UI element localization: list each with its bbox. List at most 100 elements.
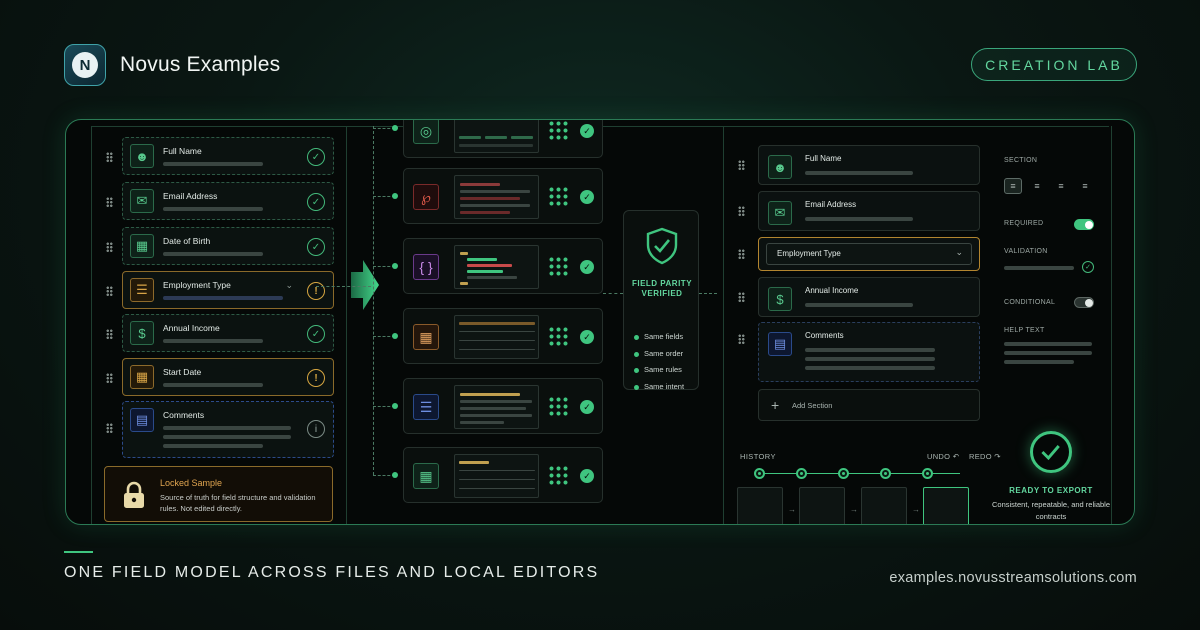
arrow-right-icon: → — [788, 505, 796, 514]
format-card-pdf[interactable]: ℘ ✓ — [403, 168, 603, 224]
calendar-icon: ▦ — [130, 234, 154, 258]
left-field-row[interactable]: ☰ Employment Type ⌄ ! — [106, 271, 335, 309]
field-placeholder-bar — [163, 162, 263, 166]
history-snapshot[interactable] — [737, 487, 783, 524]
format-card-spreadsheet[interactable]: ▦ ✓ — [403, 308, 603, 364]
flow-arrow-icon — [351, 260, 379, 310]
add-section-label: Add Section — [792, 401, 833, 410]
left-field-row[interactable]: ▦ Start Date ! — [106, 358, 335, 396]
align-justify-icon[interactable]: ≡ — [1076, 178, 1094, 194]
brand[interactable]: N Novus Examples — [64, 44, 280, 86]
left-field-row[interactable]: ▦ Date of Birth ✓ — [106, 227, 335, 265]
editor-field-row[interactable]: $ Annual Income — [738, 277, 980, 317]
connector-line — [603, 293, 623, 294]
ready-description: Consistent, repeatable, and reliable con… — [992, 500, 1110, 521]
check-icon: ✓ — [580, 260, 594, 274]
drag-handle-icon[interactable] — [106, 197, 113, 207]
site-url-link[interactable]: examples.novusstreamsolutions.com — [889, 570, 1137, 586]
field-label: Date of Birth — [163, 236, 211, 246]
editor-field-row[interactable]: ▤ Comments — [738, 322, 980, 382]
history-step[interactable] — [754, 468, 765, 479]
left-field-row[interactable]: ✉ Email Address ✓ — [106, 182, 335, 220]
drag-handle-icon[interactable] — [106, 152, 113, 162]
editor-field-row-selected[interactable]: Employment Type ⌄ — [738, 237, 980, 271]
required-label: REQUIRED — [1004, 220, 1044, 227]
fields-grid-icon — [548, 465, 568, 485]
field-placeholder-bar — [805, 217, 913, 221]
field-placeholder-bar — [163, 207, 263, 211]
field-card[interactable]: ▦ Date of Birth ✓ — [122, 227, 334, 265]
arrow-right-icon: → — [912, 505, 920, 514]
align-left-icon[interactable]: ≡ — [1004, 178, 1022, 194]
left-field-row[interactable]: $ Annual Income ✓ — [106, 314, 335, 352]
undo-button[interactable]: UNDO ↶ — [927, 452, 959, 461]
history-step[interactable] — [838, 468, 849, 479]
editor-field-card[interactable]: $ Annual Income — [758, 277, 980, 317]
redo-label: REDO — [969, 452, 992, 461]
pdf-icon: ℘ — [413, 184, 439, 210]
field-card[interactable]: ✉ Email Address ✓ — [122, 182, 334, 220]
connector-dot — [392, 193, 398, 199]
history-step[interactable] — [880, 468, 891, 479]
editor-field-card[interactable]: ☻ Full Name — [758, 145, 980, 185]
brand-name: Novus Examples — [120, 53, 281, 76]
arrow-right-icon: → — [850, 505, 858, 514]
add-section-button[interactable]: + Add Section — [758, 389, 980, 421]
fields-grid-icon — [548, 186, 568, 206]
drag-handle-icon[interactable] — [106, 242, 113, 252]
ready-title: READY TO EXPORT — [1009, 486, 1093, 495]
document-icon: ☰ — [413, 394, 439, 420]
field-card-warning[interactable]: ☰ Employment Type ⌄ ! — [122, 271, 334, 309]
field-placeholder-bar — [805, 303, 913, 307]
drag-handle-icon[interactable] — [738, 334, 745, 344]
chevron-down-icon[interactable]: ⌄ — [955, 247, 963, 258]
align-right-icon[interactable]: ≡ — [1052, 178, 1070, 194]
drag-handle-icon[interactable] — [106, 329, 113, 339]
history-snapshot[interactable] — [799, 487, 845, 524]
editor-field-row[interactable]: ✉ Email Address — [738, 191, 980, 231]
drag-handle-icon[interactable] — [738, 160, 745, 170]
comment-icon: ▤ — [768, 332, 792, 356]
connector-dot — [392, 333, 398, 339]
field-placeholder-bar — [163, 426, 291, 430]
field-placeholder-bar — [163, 444, 263, 448]
drag-handle-icon[interactable] — [106, 286, 113, 296]
left-field-row[interactable]: ▤ Comments i — [106, 401, 335, 458]
creation-lab-badge[interactable]: CREATION LAB — [971, 48, 1137, 81]
format-card-document[interactable]: ☰ ✓ — [403, 378, 603, 434]
field-card-comments[interactable]: ▤ Comments i — [122, 401, 334, 458]
editor-field-row[interactable]: ☻ Full Name — [738, 145, 980, 185]
drag-handle-icon[interactable] — [738, 206, 745, 216]
field-card[interactable]: $ Annual Income ✓ — [122, 314, 334, 352]
select-input[interactable]: Employment Type ⌄ — [766, 243, 972, 265]
editor-field-card[interactable]: ✉ Email Address — [758, 191, 980, 231]
field-card[interactable]: ☻ Full Name ✓ — [122, 137, 334, 175]
history-snapshot[interactable] — [861, 487, 907, 524]
drag-handle-icon[interactable] — [106, 373, 113, 383]
parity-check-item: Same fields — [634, 329, 684, 346]
check-icon: ✓ — [580, 124, 594, 138]
history-step[interactable] — [796, 468, 807, 479]
required-toggle[interactable] — [1074, 219, 1094, 230]
undo-icon: ↶ — [952, 452, 960, 461]
align-center-icon[interactable]: ≡ — [1028, 178, 1046, 194]
history-snapshot-current[interactable] — [923, 487, 969, 524]
field-placeholder-bar — [163, 296, 283, 300]
format-card-web[interactable]: ◎ ✓ — [403, 120, 603, 158]
history-label: HISTORY — [740, 452, 776, 461]
format-card-json[interactable]: { } ✓ — [403, 238, 603, 294]
history-step-current[interactable] — [922, 468, 933, 479]
conditional-toggle[interactable] — [1074, 297, 1094, 308]
check-icon: ✓ — [580, 469, 594, 483]
drag-handle-icon[interactable] — [738, 249, 745, 259]
chevron-down-icon[interactable]: ⌄ — [285, 280, 293, 291]
drag-handle-icon[interactable] — [738, 292, 745, 302]
redo-button[interactable]: REDO ↷ — [969, 452, 1001, 461]
field-card-warning[interactable]: ▦ Start Date ! — [122, 358, 334, 396]
ready-check-icon — [1030, 431, 1072, 473]
drag-handle-icon[interactable] — [106, 423, 113, 433]
editor-field-card-comments[interactable]: ▤ Comments — [758, 322, 980, 382]
left-field-row[interactable]: ☻ Full Name ✓ — [106, 137, 335, 175]
format-card-table[interactable]: ▦ ✓ — [403, 447, 603, 503]
editor-field-card-selected[interactable]: Employment Type ⌄ — [758, 237, 980, 271]
